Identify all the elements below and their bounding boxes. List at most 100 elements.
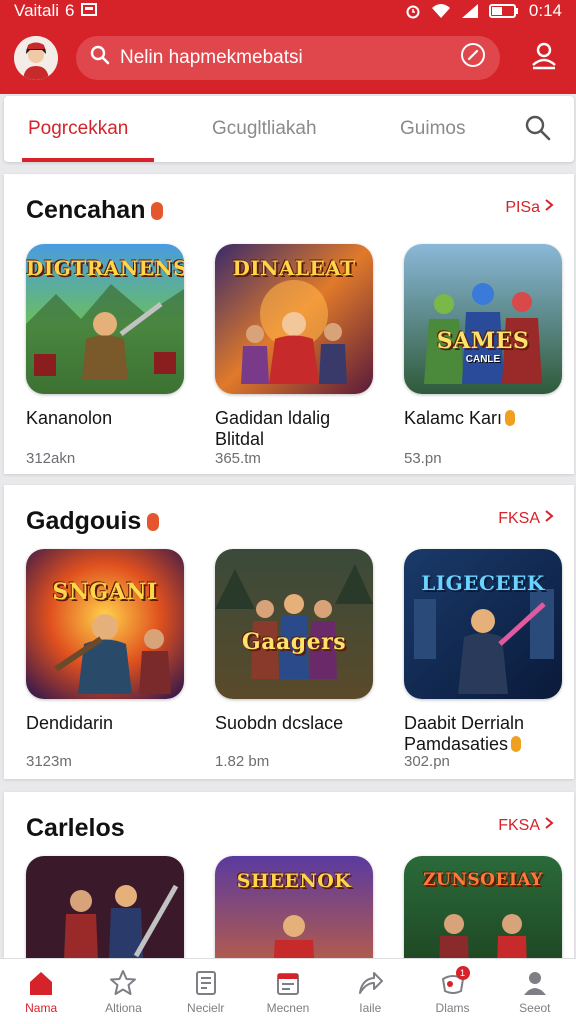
see-more-link[interactable]: FKSA xyxy=(498,509,554,528)
see-more-label: FKSA xyxy=(498,509,540,527)
game-card[interactable]: Gaagers Suobdn dcslace xyxy=(215,549,375,734)
nav-dlams[interactable]: 1 Dlams xyxy=(411,959,493,1024)
user-icon xyxy=(520,968,550,998)
see-more-link[interactable]: FKSA xyxy=(498,816,554,835)
nav-label: Necielr xyxy=(187,1001,225,1015)
section-title: Cencahan xyxy=(26,196,146,224)
nav-iaile[interactable]: Iaile xyxy=(329,959,411,1024)
nav-label: Iaile xyxy=(359,1001,382,1015)
tab-bar: Pogrcekkan Gcugltliakah Guimos xyxy=(4,96,574,162)
profile-button[interactable] xyxy=(526,40,562,76)
document-icon xyxy=(191,968,221,998)
nav-necielr[interactable]: Necielr xyxy=(165,959,247,1024)
section-cencahan: Cencahan PISa DIGTRANENS Kananolon 312ak… xyxy=(4,174,574,474)
notification-badge: 1 xyxy=(455,966,470,980)
game-art-title: ZUNSOEIAY xyxy=(423,870,543,890)
section-title: Carlelos xyxy=(26,814,125,842)
nav-label: Nama xyxy=(25,1001,58,1015)
see-more-link[interactable]: PISa xyxy=(505,198,554,217)
chevron-right-icon xyxy=(544,816,554,835)
section-header: Cencahan xyxy=(26,196,164,225)
game-size: 3123m xyxy=(26,753,72,770)
game-art-title: SAMES xyxy=(436,328,530,354)
notification-icon xyxy=(80,1,97,21)
nav-home[interactable]: Nama xyxy=(0,959,82,1024)
search-icon xyxy=(90,45,110,71)
game-name-text: Daabit Derrialn Pamdasaties xyxy=(404,713,525,754)
game-card[interactable]: LIGECEEK Daabit Derrialn Pamdasaties xyxy=(404,549,564,755)
wifi-icon xyxy=(431,3,451,19)
game-name: Gadidan ldalig Blitdal xyxy=(215,408,331,449)
share-icon xyxy=(355,968,385,998)
game-thumbnail[interactable]: SNGANI xyxy=(26,549,184,699)
tab-search-icon[interactable] xyxy=(524,114,552,147)
tab-guimos[interactable]: Guimos xyxy=(400,96,465,162)
game-art-subtitle: CANLE xyxy=(465,354,501,365)
see-more-label: FKSA xyxy=(498,816,540,834)
tab-gcugltliakah[interactable]: Gcugltliakah xyxy=(212,96,317,162)
badge-icon xyxy=(505,410,516,426)
game-art-title: LIGECEEK xyxy=(421,571,545,595)
network-text: 6 xyxy=(65,1,75,20)
game-card[interactable]: SNGANI Dendidarin xyxy=(26,549,186,734)
game-card[interactable]: DIGTRANENS Kananolon xyxy=(26,244,186,429)
nav-label: Mecnen xyxy=(266,1001,310,1015)
game-icon: 1 xyxy=(438,966,470,998)
section-carlelos: Carlelos FKSA SHEENOK ZUNSOEIAY xyxy=(4,792,574,1006)
nav-seeot[interactable]: Seeot xyxy=(494,959,576,1024)
see-more-label: PISa xyxy=(505,198,540,216)
game-size: 365.tm xyxy=(215,450,261,467)
game-thumbnail[interactable]: SAMES CANLE xyxy=(404,244,562,394)
game-name-text: Kalamc Karı xyxy=(404,408,503,428)
game-art-title: SNGANI xyxy=(52,579,158,605)
game-art-title: Gaagers xyxy=(241,629,347,655)
nav-label: Seeot xyxy=(519,1001,551,1015)
section-title: Gadgouis xyxy=(26,507,142,535)
badge-icon xyxy=(511,736,522,752)
game-size: 53.pn xyxy=(404,450,442,467)
section-badge xyxy=(151,201,164,220)
status-bar: Vaitali 6 0:14 xyxy=(0,0,576,22)
game-name: Kalamc Karı xyxy=(404,408,564,429)
section-gadgouis: Gadgouis FKSA SNGANI Dendidarin 3123m Ga… xyxy=(4,485,574,779)
nav-altiona[interactable]: Altiona xyxy=(82,959,164,1024)
game-thumbnail[interactable]: Gaagers xyxy=(215,549,373,699)
section-header: Carlelos xyxy=(26,814,125,843)
tab-pogrcekkan[interactable]: Pogrcekkan xyxy=(22,96,155,162)
game-name: Suobdn dcslace xyxy=(215,713,344,733)
game-size: 1.82 bm xyxy=(215,753,270,770)
nav-label: Dlams xyxy=(435,1001,470,1015)
game-name: Kananolon xyxy=(26,408,113,428)
tab-label: Pogrcekkan xyxy=(28,118,129,139)
game-size: 312akn xyxy=(26,450,76,467)
game-name: Dendidarin xyxy=(26,713,114,733)
signal-icon xyxy=(461,3,479,19)
app-header: Nelin hapmekmebatsi xyxy=(0,22,576,94)
section-badge xyxy=(147,512,160,531)
battery-icon xyxy=(488,4,519,18)
avatar[interactable] xyxy=(14,36,58,80)
user-icon xyxy=(530,41,558,76)
calendar-icon xyxy=(273,968,303,998)
game-thumbnail[interactable]: LIGECEEK xyxy=(404,549,562,699)
game-art-title: DIGTRANENS xyxy=(26,256,184,280)
alarm-icon xyxy=(405,3,421,19)
search-bar[interactable]: Nelin hapmekmebatsi xyxy=(76,36,500,80)
game-name: Daabit Derrialn Pamdasaties xyxy=(404,713,564,755)
carrier-text: Vaitali xyxy=(14,1,60,20)
search-input[interactable]: Nelin hapmekmebatsi xyxy=(120,47,460,69)
star-icon xyxy=(108,968,138,998)
game-card[interactable]: DINALEAT Gadidan ldalig Blitdal xyxy=(215,244,375,450)
section-header: Gadgouis xyxy=(26,507,160,536)
game-thumbnail[interactable]: DIGTRANENS xyxy=(26,244,184,394)
edit-icon[interactable] xyxy=(460,42,486,74)
game-thumbnail[interactable]: DINALEAT xyxy=(215,244,373,394)
tab-label: Guimos xyxy=(400,118,466,139)
bottom-navigation: Nama Altiona Necielr Mecnen Iaile 1 Dlam… xyxy=(0,958,576,1024)
game-card[interactable]: SAMES CANLE Kalamc Karı xyxy=(404,244,564,429)
game-size: 302.pn xyxy=(404,753,450,770)
game-art-title: SHEENOK xyxy=(236,870,352,892)
chevron-right-icon xyxy=(544,509,554,528)
tab-label: Gcugltliakah xyxy=(212,118,317,139)
nav-mecnen[interactable]: Mecnen xyxy=(247,959,329,1024)
